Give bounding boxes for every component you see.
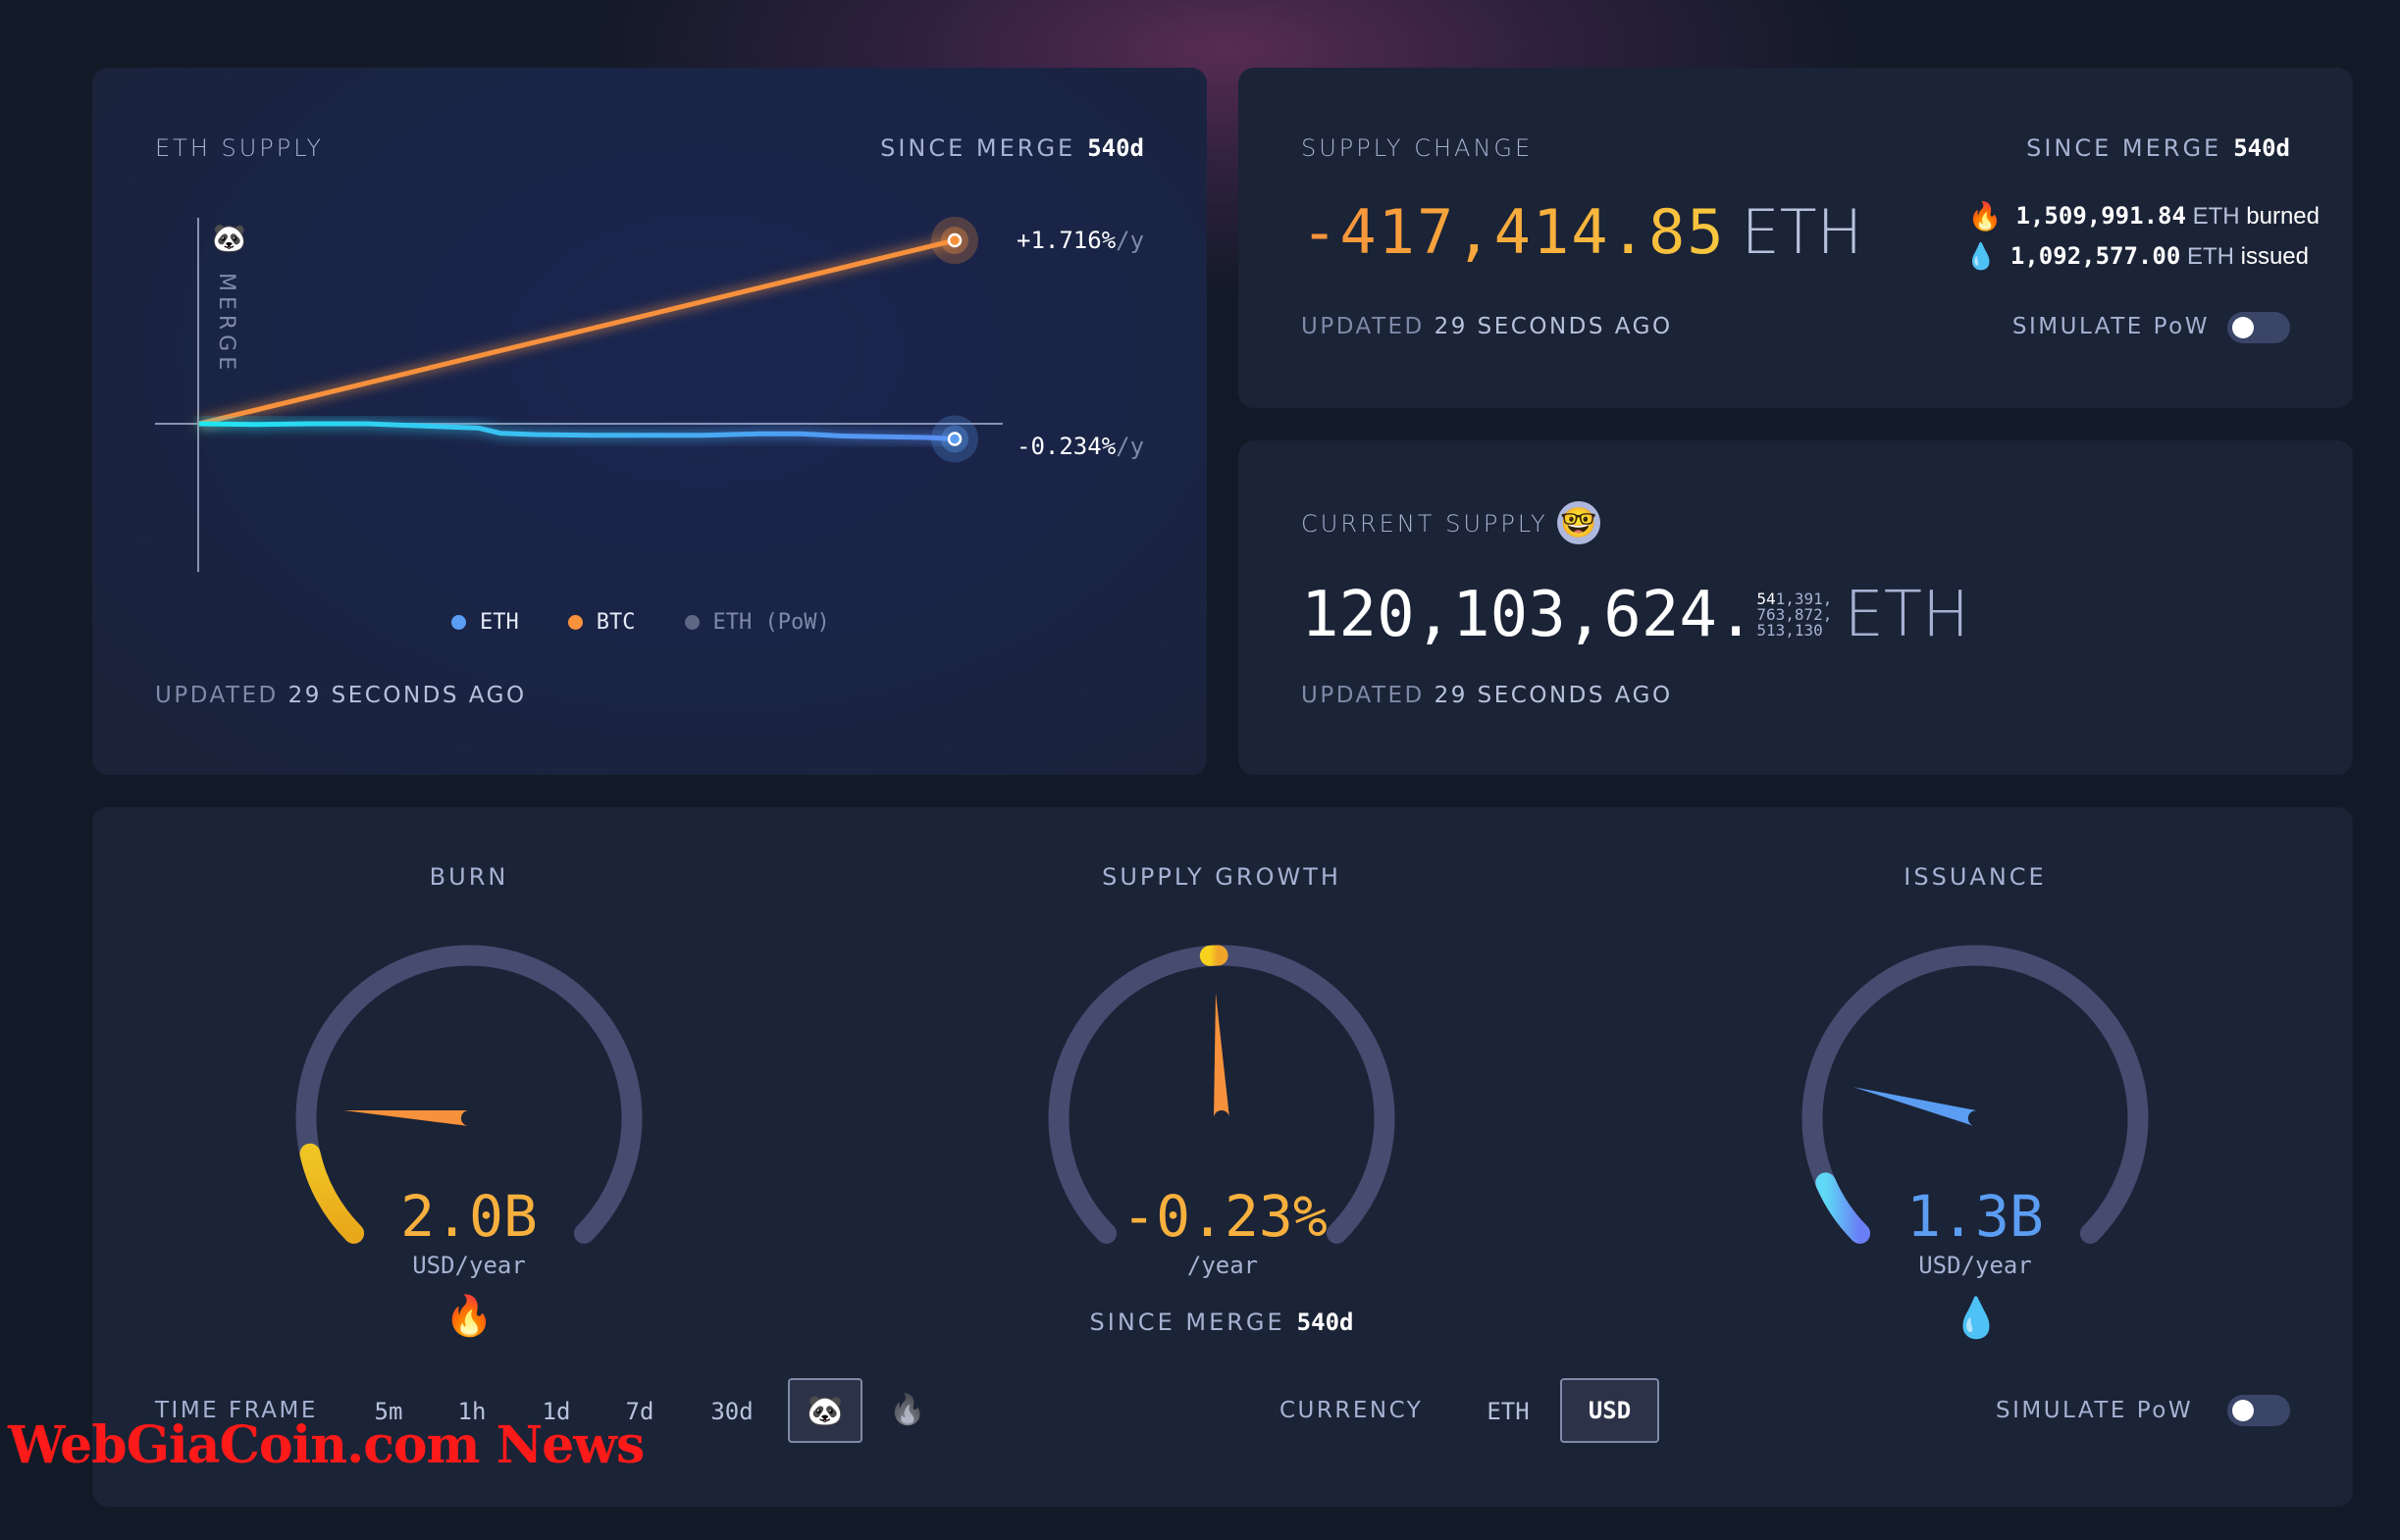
currency-label: CURRENCY (1279, 1398, 1424, 1423)
gauge-needle-issuance (1853, 1087, 1977, 1126)
gauge-needle-burn (343, 1109, 470, 1126)
watermark-text: WebGiaCoin.com News (8, 1415, 645, 1475)
gauge-title-supply-growth: SUPPLY GROWTH (1102, 863, 1341, 891)
fire-icon: 🔥 (889, 1394, 926, 1426)
gauge-value-burn: 2.0B (400, 1183, 538, 1250)
since-merge-days: 540d (1296, 1309, 1354, 1336)
time-frame-30d[interactable]: 30d (710, 1398, 753, 1425)
gauge-unit-issuance: USD/year (1918, 1252, 2032, 1279)
gauge-value-issuance: 1.3B (1906, 1183, 2044, 1250)
gauge-unit-burn: USD/year (412, 1252, 526, 1279)
currency-usd-label: USD (1588, 1397, 1632, 1424)
supply-growth-since-merge: SINCE MERGE 540d (1090, 1309, 1354, 1336)
gauge-unit-supply-growth: /year (1186, 1252, 1259, 1279)
droplet-icon: 💧 (1952, 1297, 2001, 1340)
gauge-title-burn: BURN (429, 863, 509, 891)
simulate-pow-toggle[interactable] (2227, 1395, 2290, 1426)
toggle-knob (2232, 1400, 2254, 1421)
fire-icon: 🔥 (444, 1295, 494, 1338)
currency-eth-button[interactable]: ETH (1487, 1398, 1529, 1425)
panda-icon: 🐼 (807, 1394, 844, 1427)
since-merge-label: SINCE MERGE (1089, 1309, 1285, 1336)
simulate-pow-label: SIMULATE PoW (1996, 1398, 2194, 1423)
gauge-needle-supply-growth (1213, 993, 1229, 1119)
time-frame-since-burn-button[interactable]: 🔥 (889, 1393, 925, 1427)
time-frame-since-merge-button[interactable]: 🐼 (788, 1378, 862, 1443)
currency-usd-button[interactable]: USD (1560, 1378, 1659, 1443)
gauge-fill-burn (299, 1143, 365, 1244)
gauge-title-issuance: ISSUANCE (1904, 863, 2047, 891)
gauge-value-supply-growth: -0.23% (1122, 1183, 1328, 1250)
gauge-fill-issuance (1815, 1172, 1871, 1244)
